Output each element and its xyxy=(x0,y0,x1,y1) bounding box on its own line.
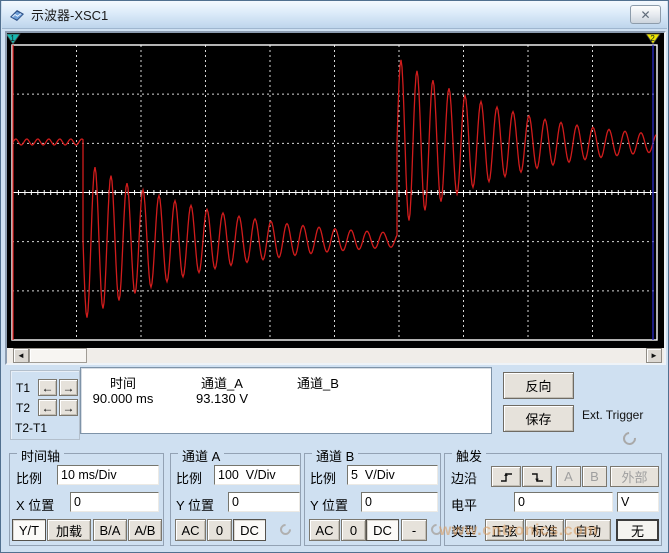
column-header-time: 时间 xyxy=(81,373,165,392)
timebase-xpos-label: X 位置 xyxy=(16,495,54,514)
reverse-button[interactable]: 反向 xyxy=(503,372,574,399)
rising-edge-button[interactable] xyxy=(491,466,521,487)
t1-channel-a-value: 93.130 V xyxy=(178,391,266,406)
t1-label: T1 xyxy=(16,381,30,395)
trigger-source-b-button[interactable]: B xyxy=(582,466,607,487)
channel-b-ac-button[interactable]: AC xyxy=(309,519,340,541)
trigger-edge-label: 边沿 xyxy=(451,468,477,487)
channel-b-ypos-label: Y 位置 xyxy=(310,495,348,514)
channel-a-ac-button[interactable]: AC xyxy=(175,519,206,541)
column-header-channel-a: 通道_A xyxy=(178,373,266,392)
ext-trigger-terminal-icon xyxy=(620,429,638,447)
t2-cursor-label: 2 xyxy=(650,34,655,43)
falling-edge-button[interactable] xyxy=(522,466,552,487)
mode-ab-button[interactable]: A/B xyxy=(128,519,162,541)
trigger-type-auto-button[interactable]: 自动 xyxy=(565,519,611,541)
timebase-title: 时间轴 xyxy=(17,446,64,465)
measurement-panel: 时间 通道_A 通道_B 90.000 ms 93.130 V xyxy=(80,367,492,434)
channel-b-terminal-icon xyxy=(429,522,445,538)
t1-left-button[interactable]: ← xyxy=(38,379,57,396)
column-header-channel-b: 通道_B xyxy=(276,373,360,392)
close-button[interactable]: ✕ xyxy=(630,5,661,24)
t2-t1-label: T2-T1 xyxy=(15,421,47,435)
channel-b-scale-input[interactable] xyxy=(347,465,438,485)
trigger-type-single-button[interactable]: 正弦 xyxy=(485,519,524,541)
trigger-source-ext-button[interactable]: 外部 xyxy=(610,466,659,487)
channel-a-trace xyxy=(13,60,656,318)
channel-a-scale-label: 比例 xyxy=(176,468,202,487)
channel-a-scale-input[interactable] xyxy=(214,465,300,485)
channel-b-scale-label: 比例 xyxy=(310,468,336,487)
cursor-readout-section: T1 ← → T2 ← → T2-T1 时间 通道_A 通道_B 90.000 … xyxy=(1,365,669,451)
oscilloscope-window: 示波器-XSC1 ✕ 12 ◄ ► T1 ← → T2 ← xyxy=(0,0,669,553)
save-button[interactable]: 保存 xyxy=(503,405,574,432)
trigger-group: 触发 边沿 A B 外部 电平 V 类型 xyxy=(444,453,662,546)
channel-b-ground-button[interactable]: 0 xyxy=(341,519,366,541)
oscilloscope-screen: 12 xyxy=(7,33,664,348)
t1-cursor-label: 1 xyxy=(10,34,15,43)
timebase-scale-input[interactable] xyxy=(57,465,159,485)
trigger-type-label: 类型 xyxy=(451,521,477,540)
horizontal-scrollbar[interactable]: ◄ ► xyxy=(7,348,664,363)
right-arrow-icon: → xyxy=(63,402,75,414)
timebase-group: 时间轴 比例 X 位置 Y/T 加载 B/A A/B xyxy=(9,453,164,546)
channel-a-terminal-icon xyxy=(278,522,294,538)
trigger-type-none-button[interactable]: 无 xyxy=(616,519,659,541)
scrollbar-thumb[interactable] xyxy=(29,348,87,363)
left-arrow-icon: ← xyxy=(42,402,54,414)
timebase-scale-label: 比例 xyxy=(16,468,42,487)
channel-a-dc-button[interactable]: DC xyxy=(233,519,266,541)
channel-b-minus-button[interactable]: - xyxy=(401,519,427,541)
trigger-level-label: 电平 xyxy=(451,495,477,514)
ext-trigger-label: Ext. Trigger xyxy=(582,408,643,422)
trigger-level-input[interactable] xyxy=(514,492,613,512)
window-title: 示波器-XSC1 xyxy=(31,5,108,24)
timebase-xpos-input[interactable] xyxy=(70,492,159,512)
channel-b-title: 通道 B xyxy=(312,446,358,465)
t2-label: T2 xyxy=(16,401,30,415)
t1-right-button[interactable]: → xyxy=(59,379,78,396)
scope-display-frame: 12 ◄ ► xyxy=(5,31,666,365)
trigger-type-normal-button[interactable]: 标准 xyxy=(525,519,564,541)
channel-a-ground-button[interactable]: 0 xyxy=(207,519,232,541)
scroll-right-button[interactable]: ► xyxy=(646,348,662,363)
left-arrow-icon: ← xyxy=(42,382,54,394)
channel-a-group: 通道 A 比例 Y 位置 AC 0 DC xyxy=(170,453,301,546)
close-icon: ✕ xyxy=(640,8,650,22)
titlebar[interactable]: 示波器-XSC1 xyxy=(2,1,667,29)
mode-add-button[interactable]: 加载 xyxy=(47,519,91,541)
channel-a-title: 通道 A xyxy=(178,446,224,465)
mode-yt-button[interactable]: Y/T xyxy=(12,519,46,541)
channel-a-ypos-label: Y 位置 xyxy=(176,495,214,514)
rising-edge-icon xyxy=(499,470,514,484)
channel-b-dc-button[interactable]: DC xyxy=(366,519,399,541)
t1-time-value: 90.000 ms xyxy=(81,391,165,406)
scroll-left-icon: ◄ xyxy=(17,351,25,360)
trigger-title: 触发 xyxy=(452,446,486,465)
scroll-right-icon: ► xyxy=(650,351,658,360)
falling-edge-icon xyxy=(530,470,545,484)
cursor-controls: T1 ← → T2 ← → T2-T1 xyxy=(10,370,80,440)
oscilloscope-icon xyxy=(9,8,25,22)
mode-ba-button[interactable]: B/A xyxy=(93,519,127,541)
scroll-left-button[interactable]: ◄ xyxy=(13,348,29,363)
right-arrow-icon: → xyxy=(63,382,75,394)
t2-left-button[interactable]: ← xyxy=(38,399,57,416)
channel-b-group: 通道 B 比例 Y 位置 AC 0 DC - xyxy=(304,453,441,546)
t2-right-button[interactable]: → xyxy=(59,399,78,416)
channel-a-ypos-input[interactable] xyxy=(228,492,300,512)
trigger-level-unit-select[interactable]: V xyxy=(617,492,659,512)
channel-b-ypos-input[interactable] xyxy=(361,492,438,512)
trigger-source-a-button[interactable]: A xyxy=(556,466,581,487)
